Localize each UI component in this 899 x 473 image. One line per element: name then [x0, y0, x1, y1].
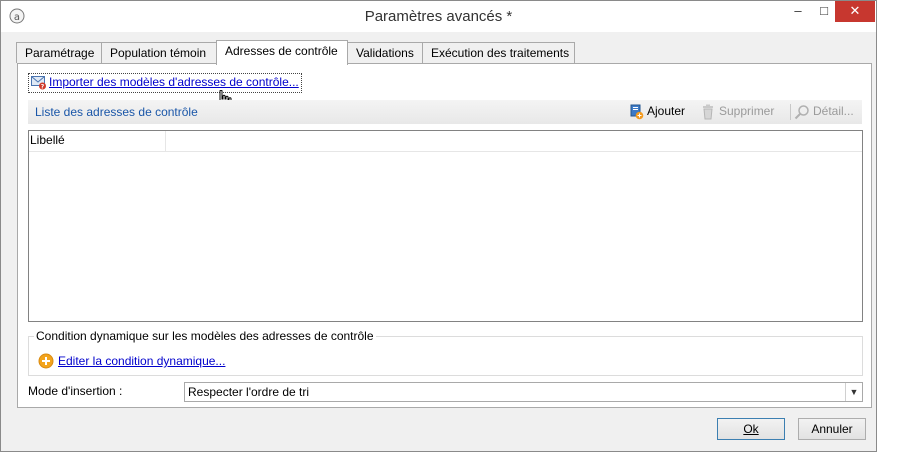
list-toolbar: Liste des adresses de contrôle Ajouter S…: [28, 100, 862, 124]
insertion-mode-label: Mode d'insertion :: [28, 384, 123, 398]
add-circle-icon: [38, 353, 54, 369]
tab-execution-des-traitements[interactable]: Exécution des traitements: [422, 42, 575, 63]
title-bar: a Paramètres avancés * – □ ✕: [1, 1, 876, 32]
magnifier-icon: [794, 105, 809, 120]
import-seed-templates-link[interactable]: ? Importer des modèles d'adresses de con…: [28, 73, 302, 93]
dialog-window: a Paramètres avancés * – □ ✕ Paramétrage…: [0, 0, 877, 452]
chevron-down-icon[interactable]: ▼: [845, 383, 862, 401]
cancel-button[interactable]: Annuler: [798, 418, 866, 440]
detail-button[interactable]: Détail...: [794, 104, 854, 120]
delete-button[interactable]: Supprimer: [700, 104, 774, 120]
trash-icon: [703, 104, 713, 120]
tab-population-temoin[interactable]: Population témoin: [101, 42, 217, 63]
ok-button-label: Ok: [743, 422, 759, 436]
insertion-mode-value: Respecter l'ordre de tri: [188, 385, 310, 399]
add-button[interactable]: Ajouter: [628, 104, 685, 120]
insertion-mode-select[interactable]: Respecter l'ordre de tri ▼: [184, 382, 863, 402]
tab-panel: ? Importer des modèles d'adresses de con…: [17, 63, 872, 408]
dynamic-condition-legend: Condition dynamique sur les modèles des …: [34, 329, 376, 343]
maximize-button[interactable]: □: [811, 1, 837, 22]
svg-text:?: ?: [41, 84, 45, 91]
seed-address-list[interactable]: Libellé: [28, 130, 863, 322]
edit-dynamic-condition-link[interactable]: Editer la condition dynamique...: [38, 353, 225, 369]
close-button[interactable]: ✕: [835, 1, 875, 22]
dynamic-condition-group: Condition dynamique sur les modèles des …: [28, 329, 863, 376]
list-title: Liste des adresses de contrôle: [35, 105, 198, 119]
tab-adresses-de-controle[interactable]: Adresses de contrôle: [216, 40, 348, 65]
tab-parametrage[interactable]: Paramétrage: [16, 42, 102, 63]
minimize-button[interactable]: –: [785, 1, 811, 22]
add-address-icon: [630, 104, 644, 120]
window-title: Paramètres avancés *: [364, 8, 513, 25]
envelope-help-icon: ?: [31, 76, 46, 91]
import-link-label: Importer des modèles d'adresses de contr…: [49, 75, 299, 89]
ok-button[interactable]: Ok: [717, 418, 785, 440]
toolbar-separator: [790, 104, 791, 120]
list-column-header: Libellé: [29, 131, 862, 152]
edit-dynamic-condition-label: Editer la condition dynamique...: [58, 354, 226, 368]
tab-validations[interactable]: Validations: [347, 42, 423, 63]
column-libelle[interactable]: Libellé: [29, 131, 166, 151]
cancel-button-label: Annuler: [811, 422, 853, 436]
